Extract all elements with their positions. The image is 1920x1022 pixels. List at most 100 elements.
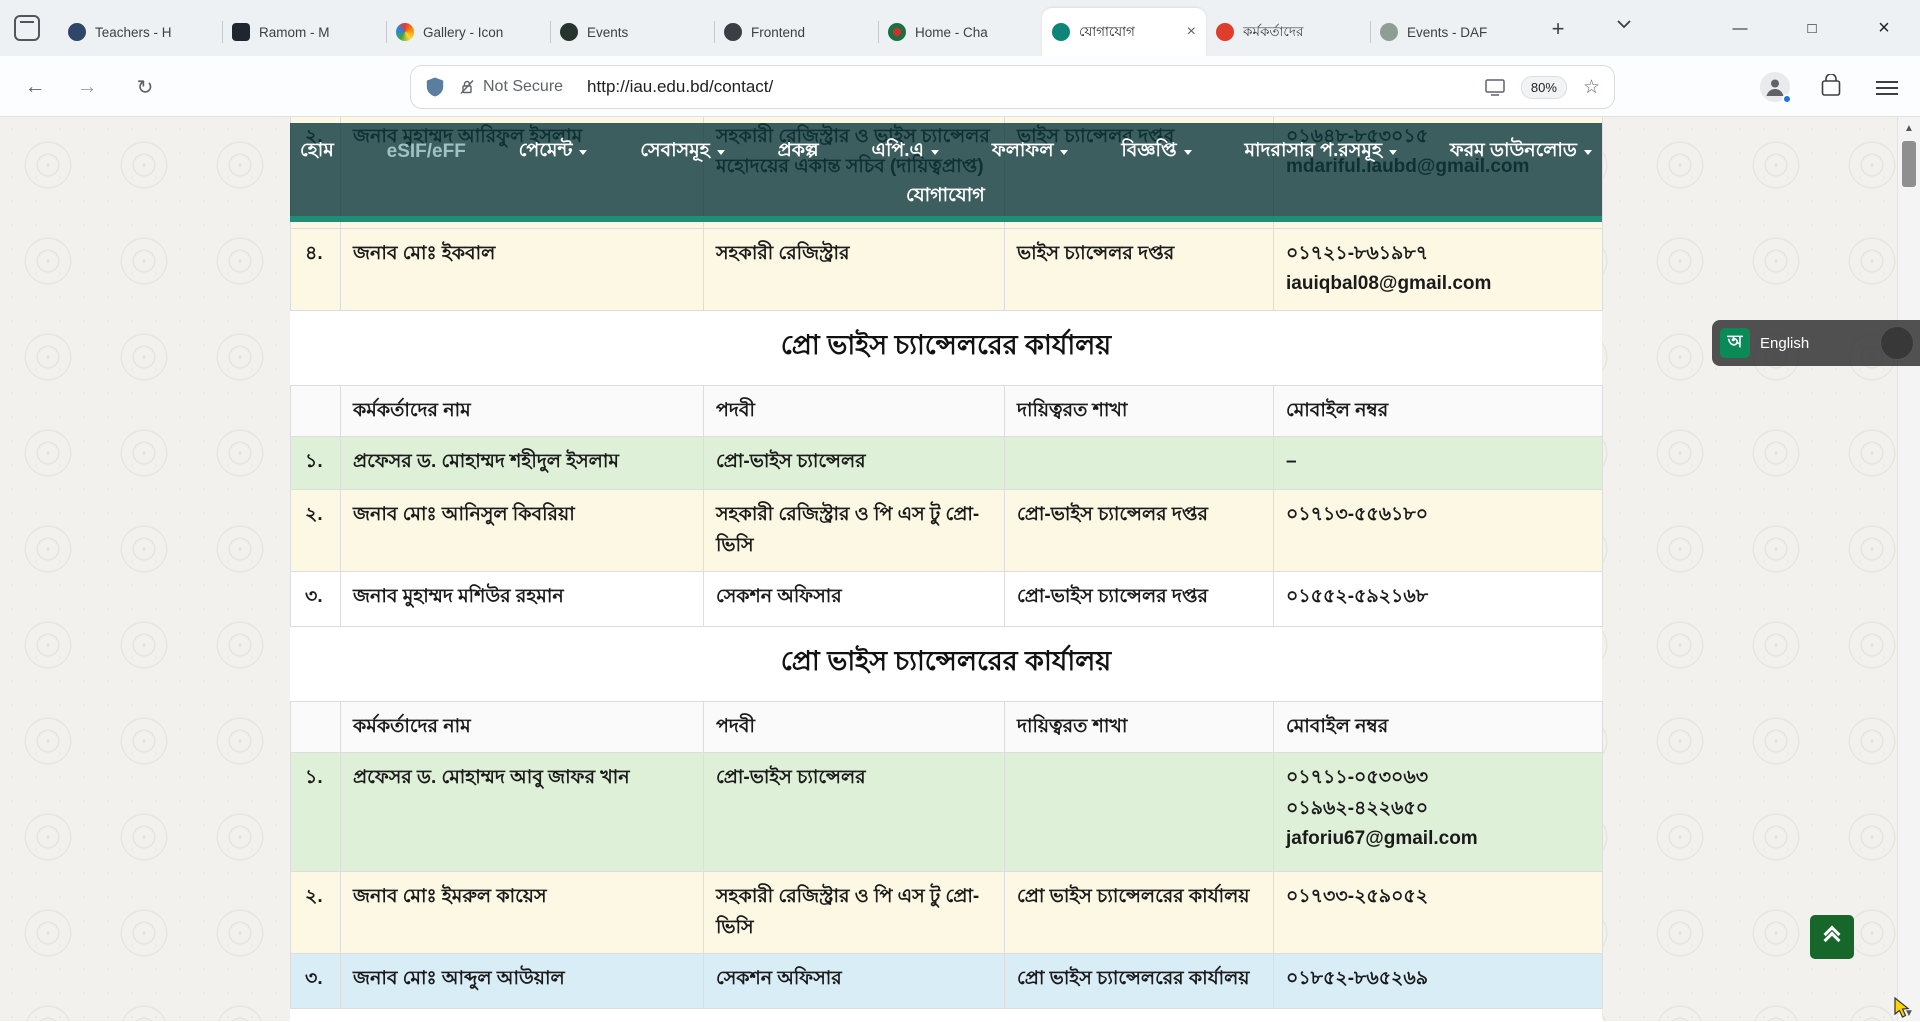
cell-mobile: ০১৭১৩-৫৫৬১৮০ xyxy=(1274,490,1603,572)
table-row: ১.প্রফেসর ড. মোহাম্মদ শহীদুল ইসলামপ্রো-ভ… xyxy=(291,437,1603,490)
section-heading: প্রো ভাইস চ্যান্সেলরের কার্যালয় xyxy=(290,627,1602,701)
officials-favicon xyxy=(1216,23,1234,41)
scrollbar-up-arrow[interactable]: ▲ xyxy=(1898,117,1920,139)
tab-title: Teachers - H xyxy=(95,25,212,40)
browser-window: Teachers - H Ramom - MGallery - Icon Event… xyxy=(0,0,1920,1021)
browser-tab-7[interactable]: যোগাযোগ× xyxy=(1042,8,1206,56)
workspaces-icon[interactable] xyxy=(14,15,40,41)
cell-name: জনাব মোঃ ইকবাল xyxy=(341,229,704,311)
close-button[interactable]: × xyxy=(1848,0,1920,56)
nav-item[interactable]: ফরম ডাউনলোড xyxy=(1450,136,1592,168)
ramom-favicon xyxy=(232,23,250,41)
tab-title: Events xyxy=(587,25,704,40)
column-header: দায়িত্বরত শাখা xyxy=(1005,385,1274,436)
nav-item[interactable]: পেমেন্ট xyxy=(519,136,588,168)
browser-tab-8[interactable]: কর্মকর্তাদের xyxy=(1206,8,1370,56)
browser-tab-1[interactable]: Teachers - H xyxy=(58,8,222,56)
tab-title: Events - DAF xyxy=(1407,25,1524,40)
nav-item[interactable]: ফলাফল xyxy=(992,136,1069,168)
browser-tab-4[interactable]: Events xyxy=(550,8,714,56)
back-button[interactable]: ← xyxy=(18,70,52,104)
collections-icon[interactable] xyxy=(1820,74,1842,103)
cell-serial: ৩. xyxy=(291,571,341,626)
send-to-device-icon[interactable] xyxy=(1485,79,1505,96)
cell-name: জনাব মুহাম্মদ মশিউর রহমান xyxy=(341,571,704,626)
tab-title: Frontend xyxy=(751,25,868,40)
nav-item[interactable]: যোগাযোগ xyxy=(906,181,985,213)
address-bar[interactable]: Not Secure http://iau.edu.bd/contact/ 80… xyxy=(410,65,1615,109)
cell-serial: ২. xyxy=(291,872,341,954)
cell-position: সহকারী রেজিস্ট্রার xyxy=(704,229,1005,311)
browser-scrollbar[interactable]: ▲ ▼ xyxy=(1897,117,1920,1021)
nav-item[interactable]: হোম xyxy=(300,136,334,168)
column-header xyxy=(291,385,341,436)
contact-favicon xyxy=(1052,23,1070,41)
nav-item[interactable]: eSIF/eFF xyxy=(387,141,466,163)
cell-mobile: ০১৮৫২-৮৬৫২৬৯ xyxy=(1274,954,1603,1009)
nav-item[interactable]: প্রকল্প xyxy=(778,136,819,168)
section-heading-text: ট্রেজারার দপ্তর xyxy=(867,1019,1025,1021)
new-tab-button[interactable]: + xyxy=(1542,13,1574,45)
cell-name: জনাব মোঃ ইমরুল কায়েস xyxy=(341,872,704,954)
cell-mobile: ০১৭২১-৮৬১৯৮৭iauiqbal08@gmail.com xyxy=(1274,229,1603,311)
nav-item-label: এপি.এ xyxy=(871,136,924,168)
tab-close-icon[interactable]: × xyxy=(1187,24,1196,40)
mobile-line: ০১৭২১-৮৬১৯৮৭ xyxy=(1286,239,1590,269)
contacts-table: কর্মকর্তাদের নামপদবীদায়িত্বরত শাখামোবাই… xyxy=(290,385,1603,627)
scroll-to-top-button[interactable] xyxy=(1810,915,1854,959)
section-heading: প্রো ভাইস চ্যান্সেলরের কার্যালয় xyxy=(290,311,1602,385)
mobile-line: jaforiu67@gmail.com xyxy=(1286,824,1590,854)
reload-button[interactable]: ↻ xyxy=(128,70,162,104)
browser-tab-2[interactable]: Ramom - M xyxy=(222,8,386,56)
nav-item[interactable]: মাদরাসার প.রসমূহ xyxy=(1244,136,1397,168)
cell-mobile: – xyxy=(1274,437,1603,490)
column-header: পদবী xyxy=(704,701,1005,752)
nav-item[interactable]: বিজ্ঞপ্তি xyxy=(1121,136,1191,168)
browser-tab-9[interactable]: Events - DAF xyxy=(1370,8,1534,56)
tab-list-chevron-icon[interactable] xyxy=(1608,20,1640,40)
nav-item-label: মাদরাসার প.রসমূহ xyxy=(1244,136,1382,168)
column-header: কর্মকর্তাদের নাম xyxy=(341,385,704,436)
cell-section: প্রো-ভাইস চ্যান্সেলর দপ্তর xyxy=(1005,490,1274,572)
address-bar-actions: 80% ☆ xyxy=(1485,76,1600,99)
site-nav-row1: হোম eSIF/eFF পেমেন্ট সেবাসমূহ প্রকল্প এপি.এ ফল… xyxy=(290,123,1602,175)
cell-mobile: ০১৫৫২-৫৯২১৬৮ xyxy=(1274,571,1603,626)
university-emblem-favicon xyxy=(68,23,86,41)
mobile-line: – xyxy=(1286,447,1590,477)
menu-icon[interactable] xyxy=(1876,77,1898,99)
table-row: ৩.জনাব মুহাম্মদ মশিউর রহমানসেকশন অফিসারপ… xyxy=(291,571,1603,626)
cell-name: প্রফেসর ড. মোহাম্মদ আবু জাফর খান xyxy=(341,753,704,872)
minimize-button[interactable]: — xyxy=(1704,0,1776,56)
nav-item[interactable]: এপি.এ xyxy=(871,136,939,168)
translate-handle-icon xyxy=(1880,326,1914,360)
nav-item[interactable]: সেবাসমূহ xyxy=(640,136,724,168)
browser-tab-6[interactable]: Home - Cha xyxy=(878,8,1042,56)
nav-item-label: ফরম ডাউনলোড xyxy=(1450,136,1577,168)
cell-position: সহকারী রেজিস্ট্রার ও পি এস টু প্রো-ভিসি xyxy=(704,872,1005,954)
favicon-dot xyxy=(893,28,901,36)
nav-item-label: হোম xyxy=(300,136,334,168)
browser-tab-5[interactable]: Frontend xyxy=(714,8,878,56)
zoom-level-badge[interactable]: 80% xyxy=(1521,76,1567,99)
mouse-cursor xyxy=(1893,997,1913,1021)
browser-tab-3[interactable]: Gallery - Icon xyxy=(386,8,550,56)
home-favicon xyxy=(888,23,906,41)
cell-serial: ১. xyxy=(291,437,341,490)
section-heading: ট্রেজারার দপ্তর xyxy=(290,1009,1602,1021)
profile-avatar[interactable] xyxy=(1760,72,1790,102)
mobile-line: ০১৭১৩-৫৫৬১৮০ xyxy=(1286,500,1590,530)
forward-button[interactable]: → xyxy=(70,70,104,104)
mobile-line: ০১৭৩৩-২৫৯০৫২ xyxy=(1286,882,1590,912)
translate-widget[interactable]: অ English xyxy=(1712,320,1920,366)
page-viewport: ২.জনাব মুহাম্মদ আরিফুল ইসলামসহকারী রেজিস… xyxy=(0,117,1920,1021)
column-header: মোবাইল নম্বর xyxy=(1274,385,1603,436)
tracking-shield-icon[interactable] xyxy=(425,76,445,98)
table-row: ১.প্রফেসর ড. মোহাম্মদ আবু জাফর খানপ্রো-ভ… xyxy=(291,753,1603,872)
maximize-button[interactable]: □ xyxy=(1776,0,1848,56)
mobile-line: ০১৫৫২-৫৯২১৬৮ xyxy=(1286,582,1590,612)
security-label: Not Secure xyxy=(483,78,563,96)
scrollbar-thumb[interactable] xyxy=(1902,141,1916,187)
bookmark-star-icon[interactable]: ☆ xyxy=(1583,76,1600,99)
cell-position: প্রো-ভাইস চ্যান্সেলর xyxy=(704,437,1005,490)
table-row: ৪.জনাব মোঃ ইকবালসহকারী রেজিস্ট্রারভাইস চ… xyxy=(291,229,1603,311)
